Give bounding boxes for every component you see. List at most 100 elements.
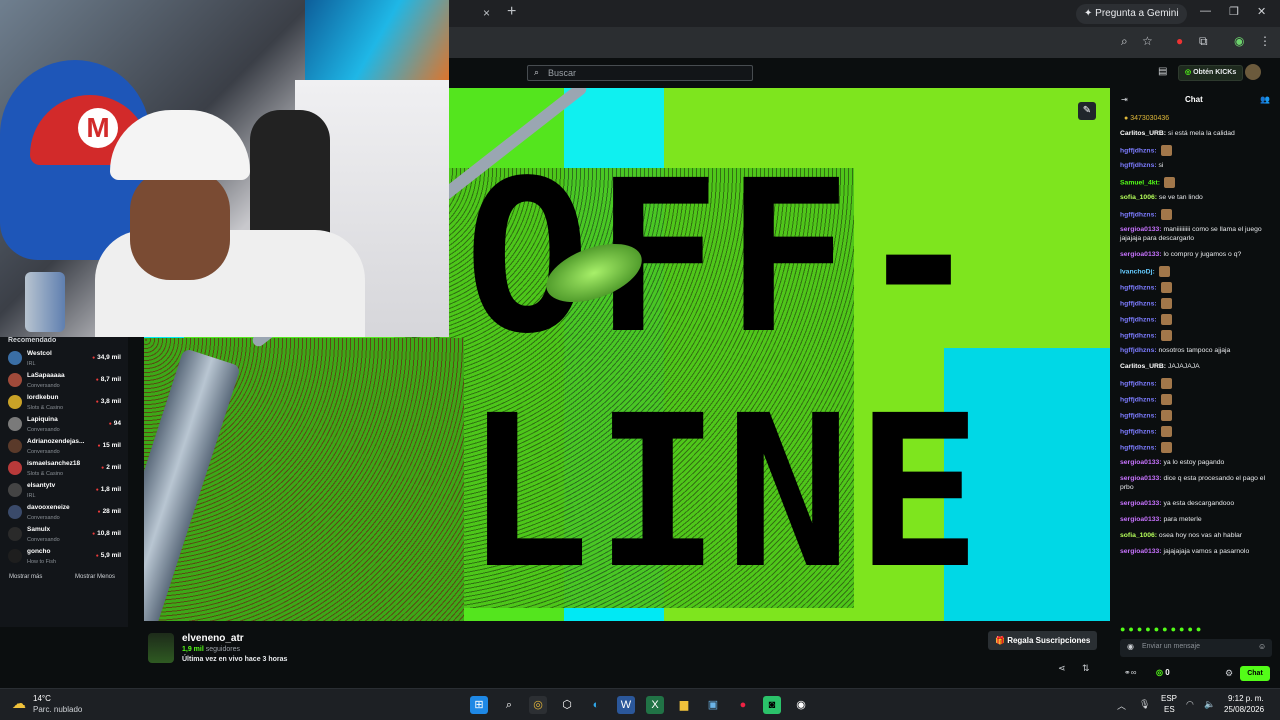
- gemini-button[interactable]: ✦ Pregunta a Gemini: [1076, 4, 1187, 24]
- search-taskbar-icon[interactable]: ⌕: [500, 696, 518, 714]
- minimize-icon[interactable]: —: [1200, 5, 1211, 17]
- chat-username[interactable]: hgffjdhzns:: [1120, 396, 1157, 403]
- chat-username[interactable]: hgffjdhzns:: [1120, 147, 1157, 154]
- profile-icon[interactable]: ◉: [1234, 34, 1244, 48]
- show-less-link[interactable]: Mostrar Menos: [75, 574, 115, 580]
- chat-username[interactable]: Carlitos_URB:: [1120, 363, 1166, 370]
- chat-username[interactable]: hgffjdhzns:: [1120, 300, 1157, 307]
- gift-subs-button[interactable]: 🎁 Regala Suscripciones: [988, 631, 1098, 650]
- mario-logo: M: [78, 108, 118, 148]
- extension-icon[interactable]: ●: [1176, 34, 1183, 48]
- chat-username[interactable]: sergioa0133:: [1120, 548, 1162, 555]
- sidebar-item-viewers: 3,8 mil: [96, 398, 121, 405]
- sidebar-item-category: Conversando: [27, 383, 60, 389]
- clock-time[interactable]: 9:12 p. m.: [1228, 694, 1264, 703]
- volume-icon[interactable]: 🔈: [1204, 699, 1215, 710]
- chat-username[interactable]: hgffjdhzns:: [1120, 162, 1157, 169]
- sidebar-item-name: goncho: [27, 548, 51, 555]
- game-icon[interactable]: ●: [734, 696, 752, 714]
- send-chat-button[interactable]: Chat: [1240, 666, 1270, 681]
- restore-icon[interactable]: ❐: [1229, 5, 1239, 18]
- emote-icon: [1160, 330, 1172, 341]
- close-window-icon[interactable]: ✕: [1257, 5, 1266, 18]
- chat-input[interactable]: ◉ Enviar un mensaje ☺: [1120, 639, 1272, 657]
- chat-username[interactable]: hgffjdhzns:: [1120, 347, 1157, 354]
- menu-dots-icon[interactable]: ⋮: [1259, 34, 1271, 48]
- weather-icon[interactable]: ☁: [12, 695, 26, 712]
- chat-settings-icon[interactable]: ⚙: [1225, 668, 1233, 679]
- sidebar-item[interactable]: LaSapaaaaa Conversando 8,7 mil: [8, 372, 123, 394]
- sidebar-item-category: Slots & Casino: [27, 405, 64, 411]
- share-icon[interactable]: ⋖: [1058, 663, 1066, 674]
- show-more-link[interactable]: Mostrar más: [9, 574, 42, 580]
- sidebar-item[interactable]: Westcol IRL 34,9 mil: [8, 350, 123, 372]
- chat-username[interactable]: sofia_1006:: [1120, 194, 1157, 201]
- mic-icon[interactable]: 🎙: [1139, 699, 1150, 710]
- excel-icon[interactable]: X: [646, 696, 664, 714]
- chat-username[interactable]: sergioa0133:: [1120, 500, 1162, 507]
- tray-chevron-icon[interactable]: ︿: [1117, 699, 1126, 712]
- emote-icon: [1160, 282, 1172, 293]
- channel-avatar[interactable]: [148, 633, 174, 663]
- app-green-icon[interactable]: ◙: [763, 696, 781, 714]
- lang-primary[interactable]: ESP: [1161, 694, 1177, 703]
- sidebar-item-viewers: 1,8 mil: [96, 486, 121, 493]
- sidebar-item[interactable]: Adrianozendejas... Conversando 15 mil: [8, 438, 123, 460]
- extensions-puzzle-icon[interactable]: ⧉: [1199, 34, 1208, 49]
- chat-username[interactable]: Carlitos_URB:: [1120, 130, 1166, 137]
- app-icon[interactable]: ⬡: [558, 696, 576, 714]
- sidebar-item[interactable]: elsantytv IRL 1,8 mil: [8, 482, 123, 504]
- chat-username[interactable]: hgffjdhzns:: [1120, 284, 1157, 291]
- emote-icon: [1160, 442, 1172, 453]
- edge-icon[interactable]: ◐: [587, 696, 605, 714]
- more-options-icon[interactable]: ⇅: [1082, 663, 1090, 674]
- chat-users-icon[interactable]: 👥: [1260, 95, 1270, 104]
- chat-username[interactable]: hgffjdhzns:: [1120, 444, 1157, 451]
- close-tab-icon[interactable]: ×: [483, 6, 490, 20]
- wifi-icon[interactable]: ◠: [1186, 699, 1194, 710]
- sidebar-item-name: davooxeneize: [27, 504, 70, 511]
- chat-username[interactable]: hgffjdhzns:: [1120, 412, 1157, 419]
- chat-username[interactable]: hgffjdhzns:: [1120, 428, 1157, 435]
- zoom-icon[interactable]: ⌕: [1121, 34, 1128, 49]
- sidebar-item[interactable]: Lapiquina Conversando 94: [8, 416, 123, 438]
- chrome-icon[interactable]: ◎: [529, 696, 547, 714]
- chat-message: sofia_1006: se ve tan lindo: [1120, 193, 1272, 202]
- chat-username[interactable]: hgffjdhzns:: [1120, 332, 1157, 339]
- sidebar-item[interactable]: ismaelsanchez18 Slots & Casino 2 mil: [8, 460, 123, 482]
- bookmark-star-icon[interactable]: ☆: [1142, 34, 1153, 48]
- chat-links-icon[interactable]: ⚭∞: [1124, 668, 1136, 677]
- chat-username[interactable]: Samuel_4kt:: [1120, 179, 1160, 186]
- emoji-icon[interactable]: ☺: [1258, 642, 1266, 651]
- chat-username[interactable]: hgffjdhzns:: [1120, 211, 1157, 218]
- chat-username[interactable]: sergioa0133:: [1120, 475, 1162, 482]
- folder-icon[interactable]: ▆: [675, 696, 693, 714]
- word-icon[interactable]: W: [617, 696, 635, 714]
- channel-name[interactable]: elveneno_atr: [182, 633, 244, 644]
- new-tab-button[interactable]: +: [507, 3, 516, 21]
- obs-icon[interactable]: ◉: [792, 696, 810, 714]
- sidebar-item[interactable]: goncho How to Fish 5,9 mil: [8, 548, 123, 570]
- user-avatar[interactable]: [1245, 64, 1261, 80]
- emote-bar[interactable]: ●●●●●●●●●●: [1120, 624, 1204, 634]
- sidebar-item[interactable]: Samulx Conversando 10,8 mil: [8, 526, 123, 548]
- chat-username[interactable]: sergioa0133:: [1120, 516, 1162, 523]
- library-icon[interactable]: ▤: [1158, 66, 1167, 77]
- chat-message: sergioa0133: jajajajaja vamos a pasarnol…: [1120, 547, 1272, 556]
- collapse-chat-icon[interactable]: ⇥: [1121, 95, 1128, 104]
- chat-username[interactable]: hgffjdhzns:: [1120, 380, 1157, 387]
- get-kicks-button[interactable]: ◎ Obtén KICKs: [1178, 65, 1244, 81]
- chat-username[interactable]: sofia_1006:: [1120, 532, 1157, 539]
- chat-username[interactable]: sergioa0133:: [1120, 226, 1162, 233]
- chat-username[interactable]: sergioa0133:: [1120, 459, 1162, 466]
- chat-username[interactable]: sergioa0133:: [1120, 251, 1162, 258]
- sidebar-item[interactable]: lordkebun Slots & Casino 3,8 mil: [8, 394, 123, 416]
- search-input[interactable]: ⌕ Buscar: [527, 65, 753, 81]
- chat-username[interactable]: IvanchoDj:: [1120, 268, 1155, 275]
- start-icon[interactable]: ⊞: [470, 696, 488, 714]
- sidebar-item[interactable]: davooxeneize Conversando 28 mil: [8, 504, 123, 526]
- chat-username[interactable]: hgffjdhzns:: [1120, 316, 1157, 323]
- edit-icon[interactable]: ✎: [1078, 102, 1096, 120]
- app-window-icon[interactable]: ▣: [704, 696, 722, 714]
- browser-tab-bar: × + ✦ Pregunta a Gemini — ❐ ✕: [449, 0, 1280, 27]
